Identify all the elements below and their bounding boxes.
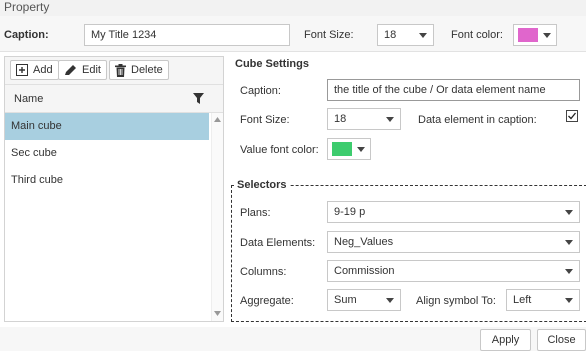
list-item-label: Sec cube xyxy=(11,147,57,159)
name-column-header: Name xyxy=(14,93,44,105)
columns-value: Commission xyxy=(334,265,395,277)
cube-font-size-label: Font Size: xyxy=(240,114,290,126)
chevron-down-icon xyxy=(559,202,579,222)
chevron-down-icon xyxy=(559,232,579,252)
list-header: Name xyxy=(5,85,223,113)
value-font-color-swatch xyxy=(332,142,352,156)
font-size-label: Font Size: xyxy=(304,29,354,41)
chevron-down-icon xyxy=(380,109,400,129)
cube-caption-label: Caption: xyxy=(240,85,281,97)
caption-bar: Caption: My Title 1234 Font Size: 18 Fon… xyxy=(0,16,586,52)
chevron-down-icon xyxy=(413,25,433,45)
font-size-value: 18 xyxy=(384,29,397,41)
plans-value: 9-19 p xyxy=(334,206,366,218)
delete-button-label: Delete xyxy=(131,64,163,76)
caption-label: Caption: xyxy=(4,29,49,41)
chevron-down-icon xyxy=(352,139,370,159)
edit-button-label: Edit xyxy=(82,64,101,76)
cube-list-panel: Add Edit Delete Name Main cube Sec cube … xyxy=(4,56,224,322)
close-button[interactable]: Close xyxy=(537,329,586,351)
window-title: Property xyxy=(4,0,50,14)
scroll-up-arrow-icon[interactable] xyxy=(214,117,221,122)
edit-button[interactable]: Edit xyxy=(58,60,107,80)
delete-button[interactable]: Delete xyxy=(109,60,169,80)
apply-button[interactable]: Apply xyxy=(480,329,531,351)
data-elements-label: Data Elements: xyxy=(240,237,316,249)
cube-font-size-select[interactable]: 18 xyxy=(327,108,401,130)
list-item-label: Third cube xyxy=(11,174,63,186)
value-font-color-label: Value font color: xyxy=(240,144,319,156)
list-toolbar: Add Edit Delete xyxy=(5,57,223,85)
value-font-color-picker[interactable] xyxy=(327,138,371,160)
data-element-checkbox[interactable] xyxy=(566,110,578,122)
trash-icon xyxy=(115,63,126,77)
caption-input[interactable]: My Title 1234 xyxy=(84,24,290,46)
scroll-down-arrow-icon[interactable] xyxy=(214,311,221,316)
align-symbol-select[interactable]: Left xyxy=(506,289,580,311)
font-size-select[interactable]: 18 xyxy=(377,24,434,46)
chevron-down-icon xyxy=(559,261,579,281)
cube-font-size-value: 18 xyxy=(334,113,347,125)
add-button-label: Add xyxy=(33,64,53,76)
columns-select[interactable]: Commission xyxy=(327,260,580,282)
chevron-down-icon xyxy=(559,290,579,310)
data-element-caption-label: Data element in caption: xyxy=(418,114,537,126)
aggregate-value: Sum xyxy=(334,294,357,306)
plans-select[interactable]: 9-19 p xyxy=(327,201,580,223)
font-color-picker[interactable] xyxy=(513,24,557,46)
align-symbol-label: Align symbol To: xyxy=(416,295,496,307)
data-elements-select[interactable]: Neg_Values xyxy=(327,231,580,253)
data-elements-value: Neg_Values xyxy=(334,236,394,248)
font-color-swatch xyxy=(518,28,538,42)
chevron-down-icon xyxy=(380,290,400,310)
list-item-label: Main cube xyxy=(11,120,62,132)
aggregate-select[interactable]: Sum xyxy=(327,289,401,311)
list-item[interactable]: Sec cube xyxy=(5,140,209,167)
title-bar: Property xyxy=(0,0,586,16)
cube-caption-input[interactable]: the title of the cube / Or data element … xyxy=(327,79,580,101)
plans-label: Plans: xyxy=(240,207,271,219)
filter-icon[interactable] xyxy=(193,93,204,104)
selectors-title: Selectors xyxy=(235,179,289,191)
pencil-icon xyxy=(65,65,76,75)
aggregate-label: Aggregate: xyxy=(240,295,294,307)
add-button[interactable]: Add xyxy=(10,60,59,80)
cube-settings-title: Cube Settings xyxy=(235,58,309,70)
align-symbol-value: Left xyxy=(513,294,532,306)
font-color-label: Font color: xyxy=(451,29,503,41)
columns-label: Columns: xyxy=(240,266,287,278)
list-item[interactable]: Main cube xyxy=(5,113,209,140)
chevron-down-icon xyxy=(538,25,556,45)
list-scrollbar[interactable] xyxy=(211,113,223,321)
list-item[interactable]: Third cube xyxy=(5,167,209,194)
plus-square-icon xyxy=(16,64,28,76)
